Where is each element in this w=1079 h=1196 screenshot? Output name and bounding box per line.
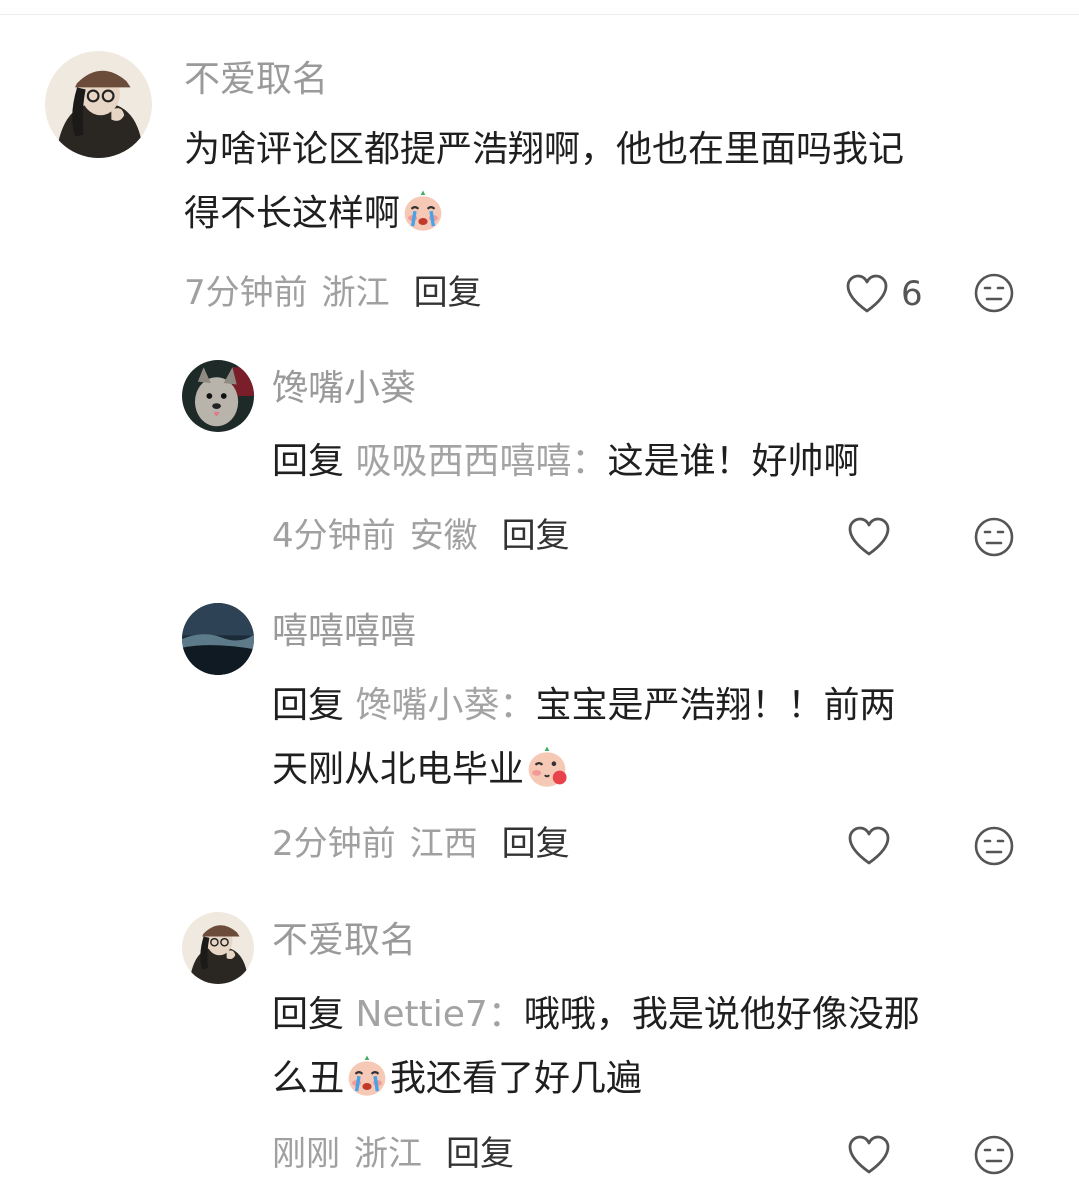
comment-line: 么丑 我还看了好几遍 xyxy=(272,1047,1032,1111)
comment-line-text: 哦哦，我是说他好像没那 xyxy=(523,994,920,1035)
timestamp: 2分钟前 xyxy=(272,824,396,864)
comment-text: 回复 Nettie7：哦哦，我是说他好像没那 么丑 我还看了好几遍 xyxy=(272,983,1032,1111)
neutral-face-icon xyxy=(974,1135,1014,1175)
avatar[interactable] xyxy=(182,360,254,432)
username[interactable]: 不爱取名 xyxy=(272,919,416,963)
reply-button[interactable]: 回复 xyxy=(502,824,570,864)
comment-meta: 刚刚 浙江 回复 xyxy=(272,1132,514,1176)
reply-prefix: 回复 xyxy=(272,685,345,726)
comment-meta: 4分钟前 安徽 回复 xyxy=(272,514,570,558)
like-button[interactable] xyxy=(847,826,891,866)
reply-button[interactable]: 回复 xyxy=(502,516,570,556)
comment-text: 回复 吸吸西西嘻嘻：这是谁！好帅啊 xyxy=(272,430,1032,494)
comment-text: 为啥评论区都提严浩翔啊，他也在里面吗我记 得不长这样啊 xyxy=(184,118,1044,246)
location: 浙江 xyxy=(354,1134,422,1174)
heart-outline-icon xyxy=(846,274,888,313)
comment-line-text: 得不长这样啊 xyxy=(184,193,401,234)
comment-line-text: 天刚从北电毕业 xyxy=(272,749,525,790)
timestamp: 7分钟前 xyxy=(184,273,308,313)
shy-kiss-emoji xyxy=(524,743,570,789)
comment-line: 天刚从北电毕业 xyxy=(272,738,1032,802)
username[interactable]: 嘻嘻嘻嘻 xyxy=(272,610,416,654)
comment-line: 为啥评论区都提严浩翔啊，他也在里面吗我记 xyxy=(184,129,905,170)
crying-face-emoji xyxy=(344,1052,390,1098)
comment-line-text: 这是谁！好帅啊 xyxy=(607,441,860,482)
avatar[interactable] xyxy=(182,603,254,675)
timestamp: 刚刚 xyxy=(272,1134,340,1174)
dislike-button[interactable] xyxy=(973,272,1015,314)
girl-with-cap-avatar xyxy=(182,912,254,984)
dislike-button[interactable] xyxy=(973,1134,1015,1176)
comment-meta: 2分钟前 江西 回复 xyxy=(272,822,570,866)
username[interactable]: 不爱取名 xyxy=(184,58,328,102)
neutral-face-icon xyxy=(974,517,1014,557)
avatar[interactable] xyxy=(182,912,254,984)
reply-prefix: 回复 xyxy=(272,994,345,1035)
location: 江西 xyxy=(409,824,478,864)
heart-outline-icon xyxy=(848,517,890,556)
like-count: 6 xyxy=(901,274,923,314)
like-button[interactable] xyxy=(847,517,891,557)
reply-prefix: 回复 xyxy=(272,441,345,482)
comment-line-text: 么丑 xyxy=(272,1058,345,1099)
neutral-face-icon xyxy=(974,826,1014,866)
dark-landscape-avatar xyxy=(182,603,254,675)
avatar[interactable] xyxy=(45,51,152,158)
location: 浙江 xyxy=(321,273,390,313)
reply-target-user[interactable]: Nettie7： xyxy=(355,994,523,1035)
username[interactable]: 馋嘴小葵 xyxy=(272,367,416,411)
reply-target-user[interactable]: 馋嘴小葵： xyxy=(355,685,535,726)
comment-line: 回复 Nettie7：哦哦，我是说他好像没那 xyxy=(272,983,1032,1047)
dislike-button[interactable] xyxy=(973,516,1015,558)
reply-button[interactable]: 回复 xyxy=(414,273,482,313)
like-button[interactable] xyxy=(847,1135,891,1175)
timestamp: 4分钟前 xyxy=(272,516,396,556)
dislike-button[interactable] xyxy=(973,825,1015,867)
reply-target-user[interactable]: 吸吸西西嘻嘻： xyxy=(355,441,607,482)
comment-line: 回复 吸吸西西嘻嘻：这是谁！好帅啊 xyxy=(272,430,1032,494)
comment-line-text: 宝宝是严浩翔！！前两 xyxy=(535,685,896,726)
comment-line: 回复 馋嘴小葵：宝宝是严浩翔！！前两 xyxy=(272,674,1032,738)
reply-button[interactable]: 回复 xyxy=(446,1134,514,1174)
neutral-face-icon xyxy=(974,273,1014,313)
comment-line: 得不长这样啊 xyxy=(184,182,1044,246)
comment-meta: 7分钟前 浙江 回复 xyxy=(184,271,482,315)
dog-avatar xyxy=(182,360,254,432)
heart-outline-icon xyxy=(848,1135,890,1174)
comment-text: 回复 馋嘴小葵：宝宝是严浩翔！！前两 天刚从北电毕业 xyxy=(272,674,1032,802)
heart-outline-icon xyxy=(848,826,890,865)
girl-with-cap-avatar xyxy=(45,51,152,158)
like-button[interactable]: 6 xyxy=(845,274,923,314)
crying-face-emoji xyxy=(400,187,446,233)
comment-line-text: 我还看了好几遍 xyxy=(390,1058,643,1099)
top-divider xyxy=(0,14,1079,15)
location: 安徽 xyxy=(409,516,478,556)
